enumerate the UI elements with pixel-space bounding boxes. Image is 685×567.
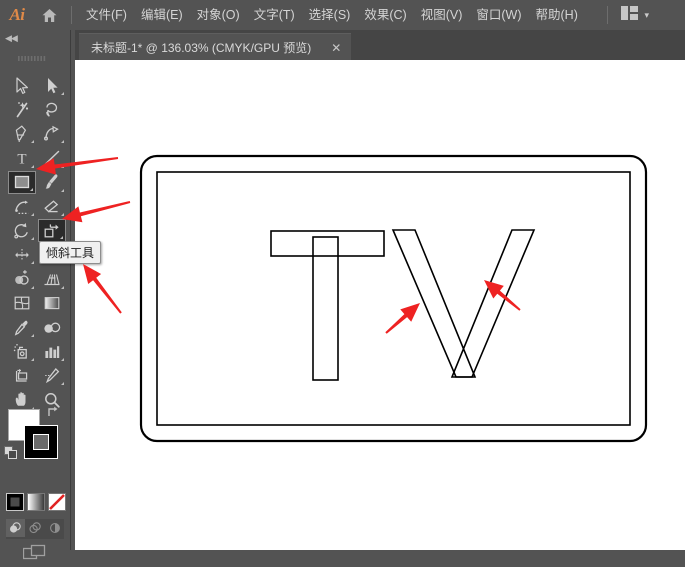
tool-flyout-indicator-icon [31,285,34,289]
close-icon[interactable]: ✕ [327,41,345,55]
stroke-swatch-inner [33,434,49,450]
menu-effect[interactable]: 效果(C) [357,0,413,30]
svg-text:T: T [17,152,26,168]
document-tab-label: 未标题-1* @ 136.03% (CMYK/GPU 预览) [91,41,312,55]
workspace-separator [607,6,609,24]
drawmode-normal[interactable] [6,519,25,537]
app-logo-icon: Ai [9,5,25,24]
default-fill-stroke-icon[interactable] [4,446,18,460]
tool-shear[interactable] [38,219,66,243]
tool-column-graph[interactable] [38,340,66,363]
tool-flyout-indicator-icon [61,382,64,386]
tool-flyout-indicator-icon [31,237,34,241]
menu-object[interactable]: 对象(O) [190,0,247,30]
tool-perspective-grid[interactable] [38,268,66,291]
tool-flyout-indicator-icon [31,261,34,265]
tool-flyout-indicator-icon [61,213,64,216]
colormode-gradient[interactable] [27,493,45,511]
illustrator-window: Ai 文件(F) 编辑(E) 对象(O) 文字(T) 选择(S) 效果(C) 视图(V) 窗口… [0,0,685,560]
tool-flyout-indicator-icon [61,92,64,95]
tool-direct-selection[interactable] [38,74,66,97]
tool-flyout-indicator-icon [31,358,34,362]
tool-lasso[interactable] [38,98,66,121]
menu-type[interactable]: 文字(T) [247,0,302,30]
tool-flyout-indicator-icon [61,358,64,362]
stroke-swatch[interactable] [24,425,58,459]
colormode-none[interactable] [48,493,66,511]
tool-flyout-indicator-icon [60,236,63,240]
tool-artboard[interactable] [8,364,36,387]
tool-mesh[interactable] [8,292,36,315]
drawmode-behind[interactable] [26,519,45,537]
tool-panel: ◀◀ T [0,30,71,560]
tool-flyout-indicator-icon [31,213,34,216]
tool-shaper[interactable] [8,195,36,218]
artwork-tv-letters[interactable] [75,60,685,550]
drawmode-inside[interactable] [45,519,64,537]
swap-fill-stroke-icon[interactable] [46,405,60,419]
letter-v-left-stroke [391,229,477,378]
screen-mode-button[interactable] [22,544,47,562]
fill-stroke-controls [0,401,70,491]
tool-type[interactable]: T [8,147,36,170]
tool-magic-wand[interactable] [8,98,36,121]
menu-items: 文件(F) 编辑(E) 对象(O) 文字(T) 选择(S) 效果(C) 视图(V) 窗口(W)… [79,0,585,30]
draw-mode-buttons [6,519,64,539]
home-icon[interactable] [34,0,64,30]
tool-width[interactable] [8,243,36,266]
workspace-layout-icon [621,5,639,25]
letter-v-right-stroke [450,229,536,378]
tool-gradient[interactable] [38,292,66,315]
tool-line-segment[interactable] [38,147,66,170]
document-tab-bar: 未标题-1* @ 136.03% (CMYK/GPU 预览) ✕ [75,30,685,61]
collapse-panel-icon[interactable]: ◀◀ [5,33,18,44]
outer-rounded-rectangle [139,154,648,443]
tool-symbol-sprayer[interactable] [8,340,36,363]
tool-curvature[interactable] [38,122,66,145]
menu-view[interactable]: 视图(V) [414,0,470,30]
tool-shape-builder[interactable] [8,268,36,291]
letter-t-stem [312,236,339,381]
tool-paintbrush[interactable] [38,171,66,194]
menu-separator [71,6,72,24]
tool-rotate[interactable] [8,219,36,242]
menu-file[interactable]: 文件(F) [79,0,134,30]
tool-flyout-indicator-icon [31,140,34,144]
tool-flyout-indicator-icon [61,164,64,168]
menu-bar: Ai 文件(F) 编辑(E) 对象(O) 文字(T) 选择(S) 效果(C) 视图(V) 窗口… [0,0,685,30]
menu-help[interactable]: 帮助(H) [529,0,585,30]
tool-flyout-indicator-icon [30,187,33,191]
menu-window[interactable]: 窗口(W) [469,0,528,30]
tool-flyout-indicator-icon [61,285,64,289]
colormode-color[interactable] [6,493,24,511]
tool-tooltip: 倾斜工具 [39,241,102,264]
document-tab[interactable]: 未标题-1* @ 136.03% (CMYK/GPU 预览) ✕ [79,33,352,61]
tool-pen[interactable] [8,122,36,145]
tool-slice[interactable] [38,364,66,387]
workspace-switcher[interactable]: ▾ [600,0,649,30]
tool-selection[interactable] [8,74,36,97]
chevron-down-icon: ▾ [644,9,649,20]
tool-eyedropper[interactable] [8,316,36,339]
tool-flyout-indicator-icon [31,334,34,337]
menu-edit[interactable]: 编辑(E) [134,0,190,30]
tool-flyout-indicator-icon [61,140,64,144]
panel-drag-handle[interactable] [18,48,52,61]
tool-flyout-indicator-icon [31,164,34,168]
letter-t-crossbar [270,230,385,257]
tool-tooltip-label: 倾斜工具 [46,246,95,260]
document-canvas[interactable] [75,60,685,550]
tool-blend[interactable] [38,316,66,339]
color-mode-buttons [6,493,66,515]
menu-select[interactable]: 选择(S) [302,0,358,30]
tool-flyout-indicator-icon [61,188,64,192]
tool-eraser[interactable] [38,195,66,218]
inner-rectangle [156,171,631,426]
tool-rectangle[interactable] [8,170,36,194]
